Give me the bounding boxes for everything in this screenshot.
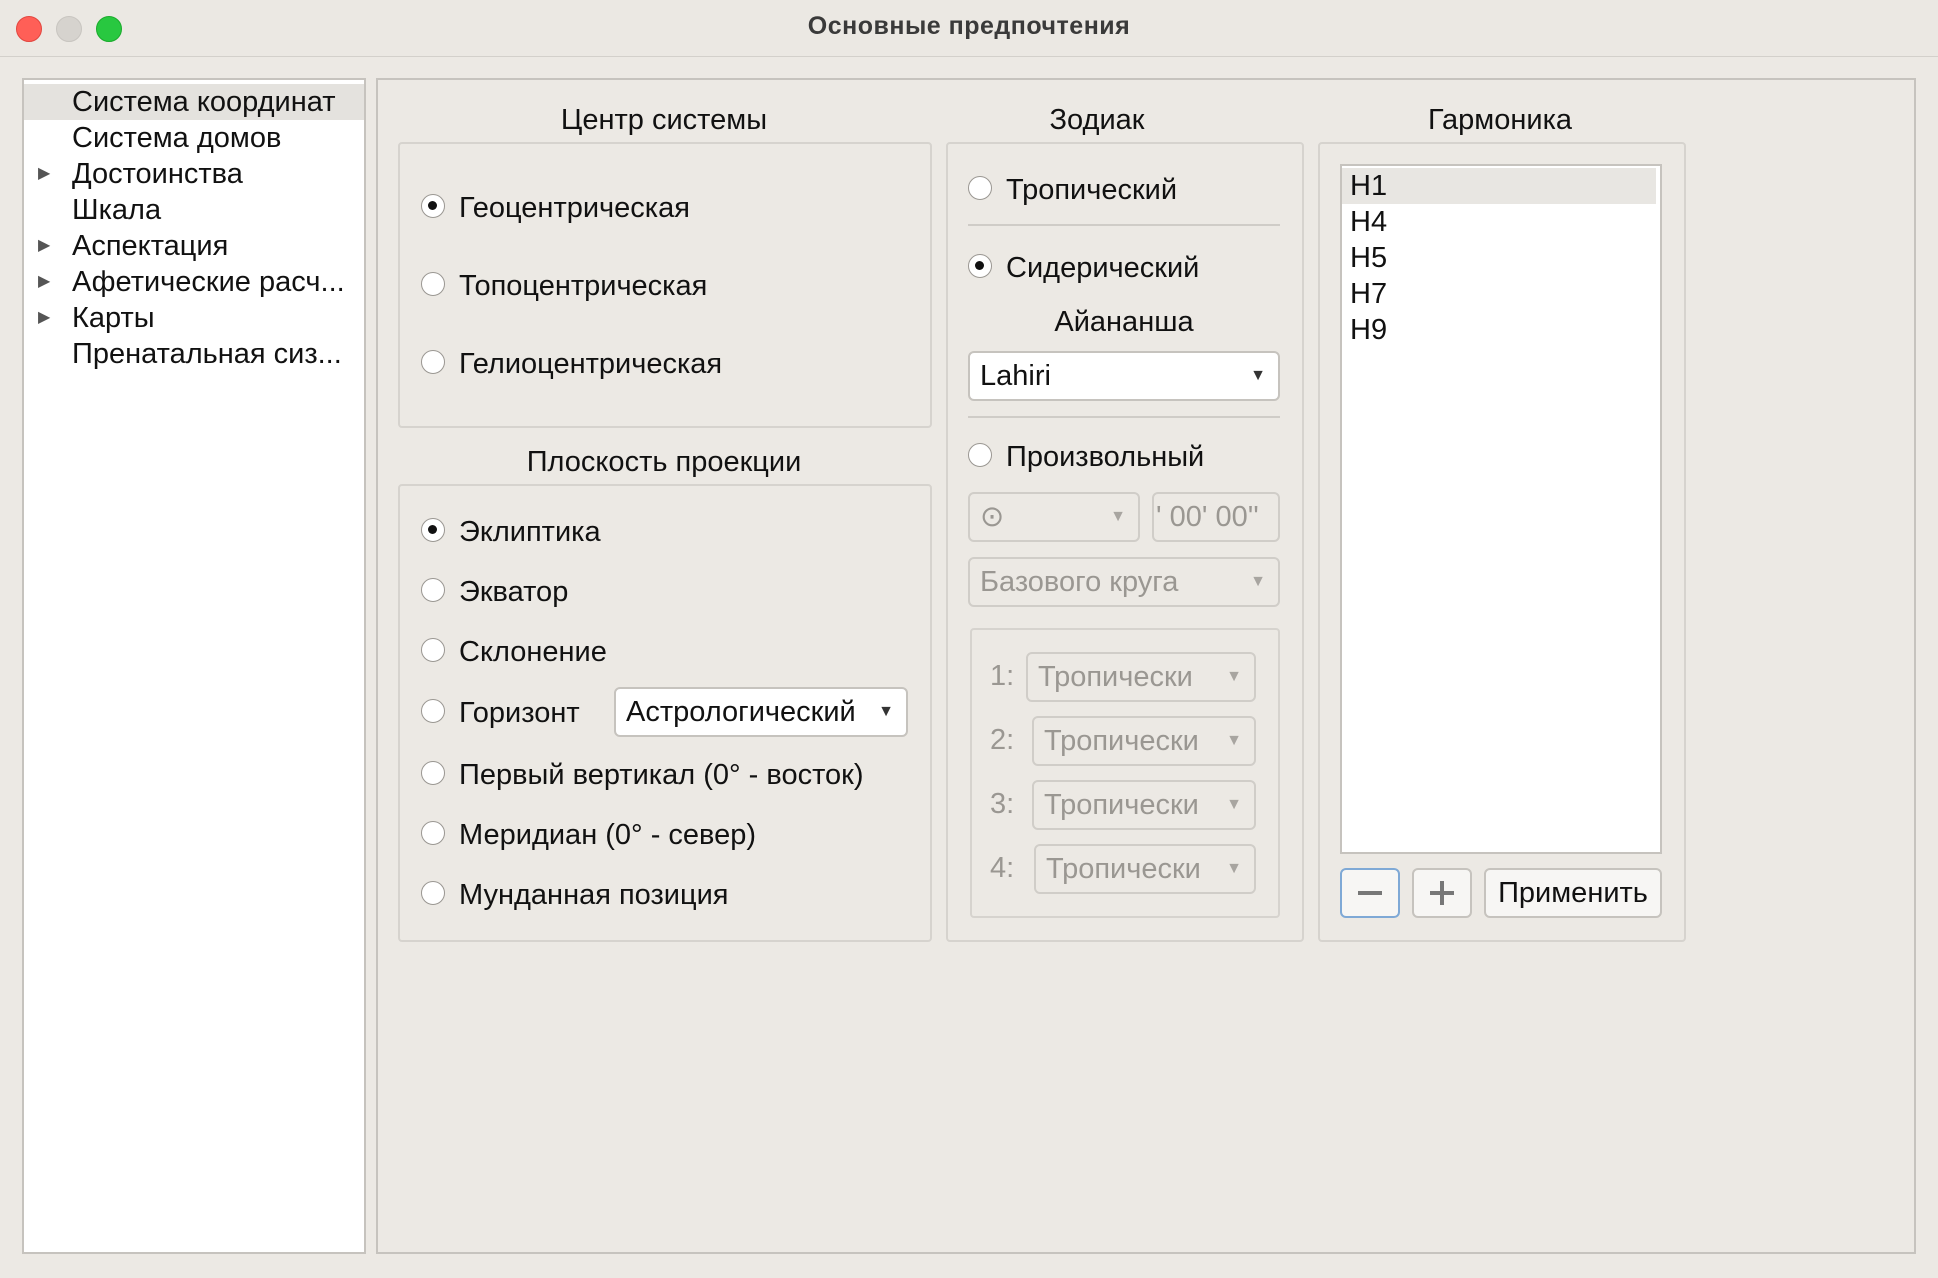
radio-button[interactable] — [421, 699, 445, 723]
title-bar: Основные предпочтения — [0, 0, 1938, 57]
zodiac-row-4-select[interactable]: Тропически ▼ — [1034, 844, 1256, 894]
list-item[interactable]: H4 — [1342, 204, 1656, 240]
center-group-title: Центр системы — [560, 104, 768, 136]
expand-arrow-icon[interactable]: ▶ — [38, 300, 50, 336]
tree-item-coordinate-system[interactable]: Система координат — [24, 84, 364, 120]
settings-tree[interactable]: Система координат Система домов ▶ Достои… — [22, 78, 366, 1254]
plus-icon — [1430, 881, 1454, 905]
chevron-down-icon: ▼ — [1226, 796, 1242, 813]
tree-item-scale[interactable]: Шкала — [24, 192, 364, 228]
harmonics-group-title: Гармоника — [1427, 104, 1573, 136]
tree-item-dignities[interactable]: ▶ Достоинства — [24, 156, 364, 192]
radio-button[interactable] — [421, 881, 445, 905]
radio-button[interactable] — [968, 443, 992, 467]
radio-button[interactable] — [421, 272, 445, 296]
radio-button[interactable] — [421, 518, 445, 542]
offset-input[interactable]: ' 00' 00'' — [1152, 492, 1280, 542]
radio-button[interactable] — [421, 821, 445, 845]
remove-harmonic-button[interactable] — [1340, 868, 1400, 918]
chevron-down-icon: ▼ — [1250, 573, 1266, 590]
separator — [968, 416, 1280, 418]
radio-button[interactable] — [421, 638, 445, 662]
list-item[interactable]: H7 — [1342, 276, 1656, 312]
row-number: 1: — [990, 660, 1015, 692]
ayanamsha-select[interactable]: Lahiri ▼ — [968, 351, 1280, 401]
tree-item-apheta[interactable]: ▶ Афетические расч... — [24, 264, 364, 300]
list-item[interactable]: H5 — [1342, 240, 1656, 276]
projection-group-title: Плоскость проекции — [526, 446, 802, 478]
chevron-down-icon: ▼ — [1250, 367, 1266, 384]
radio-button[interactable] — [421, 578, 445, 602]
expand-arrow-icon[interactable]: ▶ — [38, 264, 50, 300]
add-harmonic-button[interactable] — [1412, 868, 1472, 918]
row-number: 4: — [990, 852, 1015, 884]
row-number: 2: — [990, 724, 1015, 756]
chevron-down-icon: ▼ — [1226, 732, 1242, 749]
horizon-type-select[interactable]: Астрологический ▼ — [614, 687, 908, 737]
chevron-down-icon: ▼ — [1226, 860, 1242, 877]
chevron-down-icon: ▼ — [878, 703, 894, 720]
zodiac-group-title: Зодиак — [1049, 104, 1145, 136]
list-item[interactable]: H9 — [1342, 312, 1656, 348]
window-title: Основные предпочтения — [807, 12, 1131, 40]
preferences-window: Основные предпочтения Система координат … — [0, 0, 1938, 1278]
tree-item-house-system[interactable]: Система домов — [24, 120, 364, 156]
expand-arrow-icon[interactable]: ▶ — [38, 156, 50, 192]
radio-button[interactable] — [968, 176, 992, 200]
planet-select[interactable]: ⊙ ▼ — [968, 492, 1140, 542]
minus-icon — [1358, 891, 1382, 895]
tree-item-charts[interactable]: ▶ Карты — [24, 300, 364, 336]
row-number: 3: — [990, 788, 1015, 820]
tree-item-aspects[interactable]: ▶ Аспектация — [24, 228, 364, 264]
list-item[interactable]: H1 — [1342, 168, 1656, 204]
zodiac-row-2-select[interactable]: Тропически ▼ — [1032, 716, 1256, 766]
radio-button[interactable] — [421, 761, 445, 785]
chevron-down-icon: ▼ — [1226, 668, 1242, 685]
harmonics-list[interactable]: H1 H4 H5 H7 H9 — [1340, 164, 1662, 854]
separator — [968, 224, 1280, 226]
apply-button[interactable]: Применить — [1484, 868, 1662, 918]
ayanamsha-label: Айананша — [1054, 306, 1194, 338]
radio-button[interactable] — [421, 350, 445, 374]
expand-arrow-icon[interactable]: ▶ — [38, 228, 50, 264]
zodiac-row-1-select[interactable]: Тропически ▼ — [1026, 652, 1256, 702]
radio-button[interactable] — [421, 194, 445, 218]
chevron-down-icon: ▼ — [1110, 508, 1126, 525]
zodiac-row-3-select[interactable]: Тропически ▼ — [1032, 780, 1256, 830]
tree-item-prenatal[interactable]: Пренатальная сиз... — [24, 336, 364, 372]
base-circle-select[interactable]: Базового круга ▼ — [968, 557, 1280, 607]
radio-button[interactable] — [968, 254, 992, 278]
